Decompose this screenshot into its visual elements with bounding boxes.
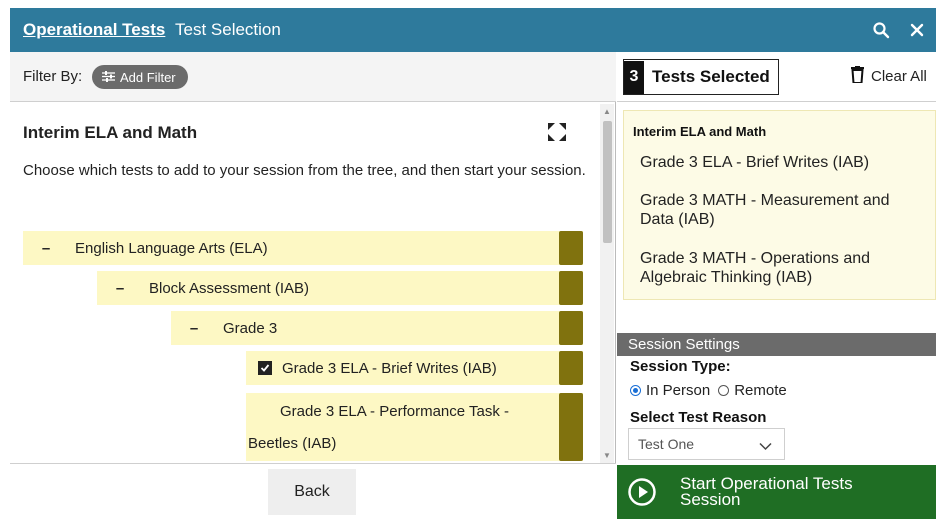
selected-test-item[interactable]: Grade 3 MATH - Operations and Algebraic … <box>640 249 925 287</box>
tree-node-ela[interactable]: – English Language Arts (ELA) <box>23 231 583 265</box>
node-handle[interactable] <box>559 351 583 385</box>
clear-all-button[interactable]: Clear All <box>851 66 927 87</box>
close-icon[interactable] <box>905 18 929 42</box>
tree-node-performance-task[interactable]: Grade 3 ELA - Performance Task - Beetles… <box>246 393 583 461</box>
node-handle[interactable] <box>559 393 583 461</box>
tree-node-brief-writes[interactable]: Grade 3 ELA - Brief Writes (IAB) <box>246 351 583 385</box>
selected-bar: 3 Tests Selected Clear All <box>617 52 936 102</box>
tree-node-block-assessment[interactable]: – Block Assessment (IAB) <box>97 271 583 305</box>
remote-label[interactable]: Remote <box>734 382 787 399</box>
session-settings-header: Session Settings <box>617 333 936 356</box>
chevron-down-icon <box>759 438 772 454</box>
tests-selected-indicator: 3 Tests Selected <box>623 59 779 95</box>
selected-test-item[interactable]: Grade 3 MATH - Measurement and Data (IAB… <box>640 191 925 229</box>
selected-tests-list: Interim ELA and Math Grade 3 ELA - Brief… <box>623 110 936 300</box>
selected-test-label: Grade 3 ELA - Brief Writes (IAB) <box>640 154 870 171</box>
tree-node-label-line2: Beetles (IAB) <box>248 435 337 452</box>
tree-node-label: English Language Arts (ELA) <box>75 239 268 257</box>
collapse-icon[interactable]: – <box>183 320 205 337</box>
test-reason-value: Test One <box>638 436 695 452</box>
checkbox-checked[interactable] <box>258 361 272 375</box>
test-tree-pane: Filter By: Add Filter Interim ELA and Ma… <box>10 52 616 519</box>
in-person-label[interactable]: In Person <box>646 382 710 399</box>
filter-bar: Filter By: Add Filter <box>10 52 616 102</box>
top-strip <box>0 0 936 8</box>
remote-radio[interactable] <box>718 385 730 396</box>
start-session-label-line2: Session <box>680 490 741 509</box>
left-footer: Back <box>10 463 616 519</box>
selected-tests-pane: 3 Tests Selected Clear All Interim ELA a… <box>617 52 936 519</box>
test-reason-label: Select Test Reason <box>630 409 767 426</box>
tree-node-label: Grade 3 <box>223 319 278 337</box>
scroll-down-icon[interactable]: ▼ <box>603 451 611 460</box>
session-type-label: Session Type: <box>630 358 731 375</box>
add-filter-button[interactable]: Add Filter <box>92 65 188 89</box>
tree-node-label: Grade 3 ELA - Brief Writes (IAB) <box>282 359 497 377</box>
test-reason-select[interactable]: Test One <box>628 428 785 460</box>
selected-label: Tests Selected <box>652 67 770 86</box>
collapse-icon[interactable]: – <box>35 240 57 257</box>
node-handle[interactable] <box>559 231 583 265</box>
tree-node-label: Block Assessment (IAB) <box>149 279 310 297</box>
fullscreen-expand-icon[interactable] <box>546 121 568 143</box>
session-type-radios: In Person Remote <box>630 382 787 399</box>
tree-node-grade-3[interactable]: – Grade 3 <box>171 311 583 345</box>
add-filter-label: Add Filter <box>120 69 176 85</box>
play-circle-icon <box>627 477 657 507</box>
selected-count: 3 <box>624 60 644 94</box>
tree-scroll-area: Interim ELA and Math Choose which tests … <box>10 103 616 463</box>
clear-all-label: Clear All <box>871 68 927 85</box>
tree-scrollbar[interactable]: ▲ ▼ <box>600 104 614 464</box>
filter-label: Filter By: <box>23 68 83 85</box>
filter-sliders-icon <box>102 70 115 85</box>
selected-test-label-line1: Grade 3 MATH - Measurement and <box>640 192 890 209</box>
start-session-button[interactable]: Start Operational Tests Session <box>617 465 936 519</box>
selected-group-title: Interim ELA and Math <box>633 124 767 139</box>
start-session-label: Start Operational Tests Session <box>680 475 853 509</box>
node-handle[interactable] <box>559 271 583 305</box>
selected-test-item[interactable]: Grade 3 ELA - Brief Writes (IAB) <box>640 153 925 172</box>
tree-node-label-line1: Grade 3 ELA - Performance Task - <box>280 403 509 420</box>
selected-test-label-line2: Data (IAB) <box>640 211 715 228</box>
node-handle[interactable] <box>559 311 583 345</box>
back-button[interactable]: Back <box>268 469 356 515</box>
scroll-up-icon[interactable]: ▲ <box>603 107 611 116</box>
trash-icon <box>851 66 864 87</box>
dialog-header: Operational Tests Test Selection <box>10 8 936 52</box>
page-title: Test Selection <box>175 20 281 39</box>
in-person-radio[interactable] <box>630 385 641 396</box>
scrollbar-thumb[interactable] <box>603 121 612 243</box>
operational-tests-link[interactable]: Operational Tests <box>23 20 165 40</box>
selected-test-label-line2: Algebraic Thinking (IAB) <box>640 269 813 286</box>
search-icon[interactable] <box>869 18 893 42</box>
selected-test-label-line1: Grade 3 MATH - Operations and <box>640 250 871 267</box>
collapse-icon[interactable]: – <box>109 280 131 297</box>
tree-description: Choose which tests to add to your sessio… <box>23 162 586 179</box>
tree-heading: Interim ELA and Math <box>23 123 198 142</box>
